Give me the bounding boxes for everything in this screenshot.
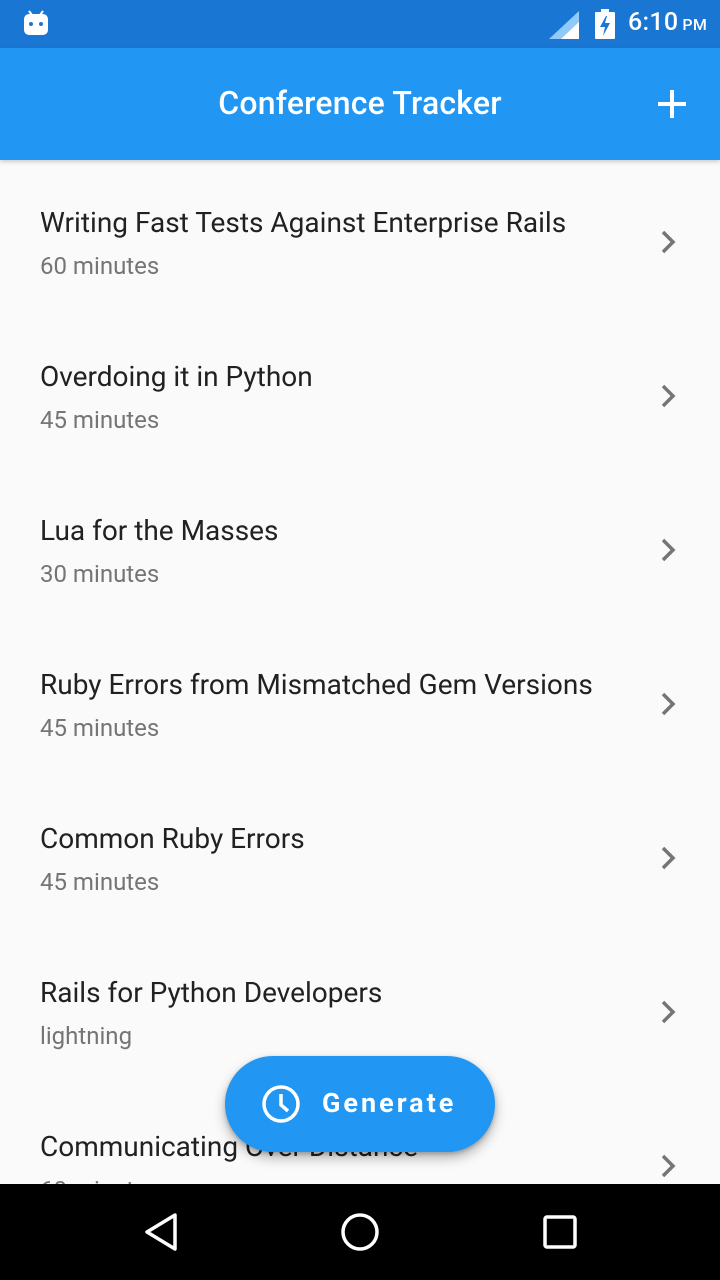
talk-duration: 45 minutes xyxy=(40,714,160,742)
talk-list-item[interactable]: Writing Fast Tests Against Enterprise Ra… xyxy=(0,160,720,314)
generate-label: Generate xyxy=(322,1087,457,1119)
status-time: 6:10 xyxy=(628,8,679,37)
talk-title: Rails for Python Developers xyxy=(40,976,383,1009)
add-icon[interactable] xyxy=(648,80,696,128)
clock-icon xyxy=(262,1085,300,1123)
chevron-right-icon xyxy=(661,384,676,408)
talk-list: Writing Fast Tests Against Enterprise Ra… xyxy=(0,160,720,1184)
status-ampm: PM xyxy=(682,15,708,34)
recents-icon[interactable] xyxy=(543,1215,577,1249)
talk-duration: 45 minutes xyxy=(40,868,160,896)
talk-title: Lua for the Masses xyxy=(40,514,279,547)
talk-title: Common Ruby Errors xyxy=(40,822,305,855)
talk-duration: 30 minutes xyxy=(40,560,160,588)
generate-button[interactable]: Generate xyxy=(225,1056,495,1152)
chevron-right-icon xyxy=(661,230,676,254)
signal-icon xyxy=(549,11,579,39)
back-icon[interactable] xyxy=(142,1212,180,1252)
battery-charging-icon xyxy=(595,9,615,39)
status-bar: 6:10 PM xyxy=(0,0,720,48)
android-icon xyxy=(24,10,48,35)
chevron-right-icon xyxy=(661,1154,676,1178)
status-clock: 6:10 PM xyxy=(628,8,707,37)
home-icon[interactable] xyxy=(340,1212,380,1252)
app-title: Conference Tracker xyxy=(218,84,502,122)
chevron-right-icon xyxy=(661,692,676,716)
talk-list-item[interactable]: Common Ruby Errors 45 minutes xyxy=(0,776,720,930)
talk-duration: 60 minutes xyxy=(40,1176,159,1184)
talk-duration: lightning xyxy=(40,1022,133,1050)
chevron-right-icon xyxy=(661,538,676,562)
chevron-right-icon xyxy=(661,846,676,870)
chevron-right-icon xyxy=(661,1000,676,1024)
talk-list-item[interactable]: Lua for the Masses 30 minutes xyxy=(0,468,720,622)
talk-title: Writing Fast Tests Against Enterprise Ra… xyxy=(40,206,567,239)
app-bar: Conference Tracker xyxy=(0,48,720,160)
talk-duration: 60 minutes xyxy=(40,252,160,280)
talk-list-item[interactable]: Overdoing it in Python 45 minutes xyxy=(0,314,720,468)
talk-title: Overdoing it in Python xyxy=(40,360,313,393)
talk-title: Ruby Errors from Mismatched Gem Versions xyxy=(40,668,593,701)
talk-duration: 45 minutes xyxy=(40,406,160,434)
talk-list-item[interactable]: Ruby Errors from Mismatched Gem Versions… xyxy=(0,622,720,776)
